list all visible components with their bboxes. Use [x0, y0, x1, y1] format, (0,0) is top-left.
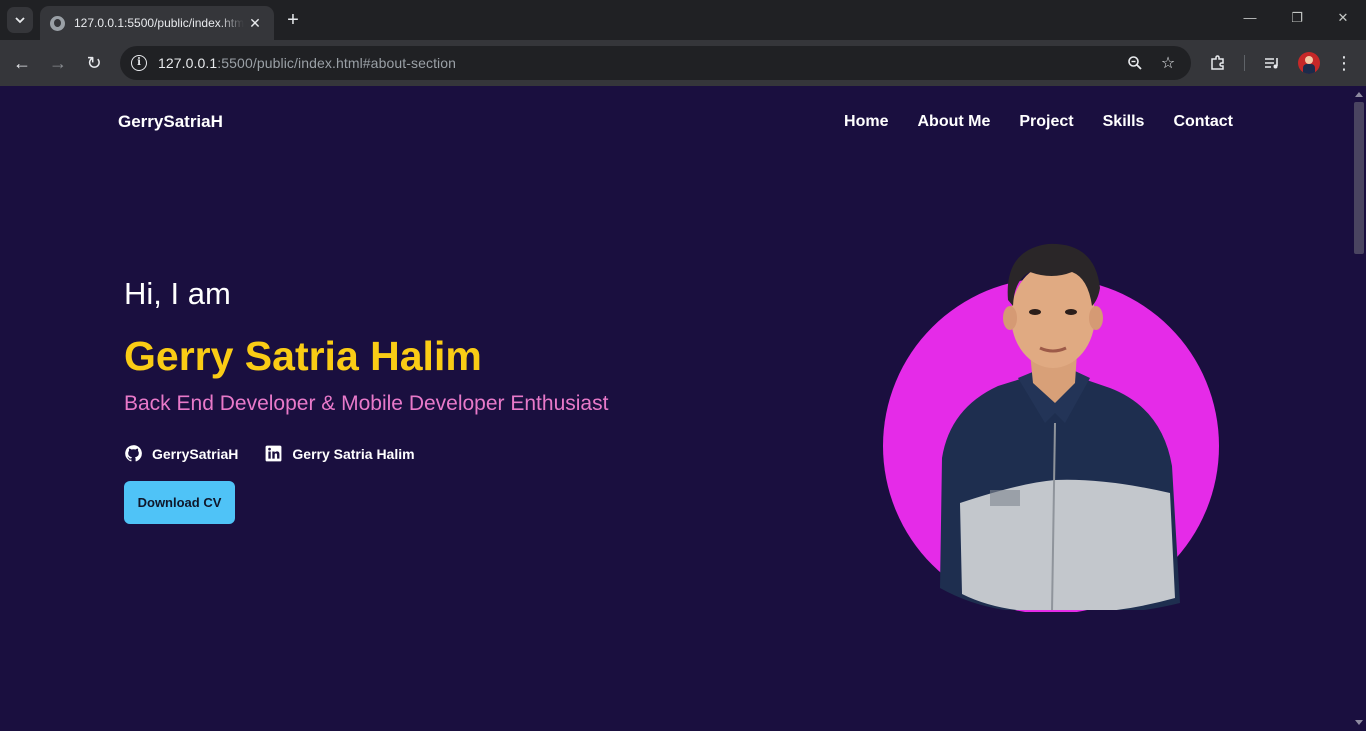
site-brand[interactable]: GerrySatriaH: [118, 112, 223, 132]
linkedin-name: Gerry Satria Halim: [292, 445, 415, 462]
browser-tab[interactable]: 127.0.0.1:5500/public/index.html ✕: [40, 6, 274, 40]
tab-strip: 127.0.0.1:5500/public/index.html ✕ + — ❐…: [0, 0, 1366, 40]
url-text[interactable]: 127.0.0.1:5500/public/index.html#about-s…: [158, 55, 456, 71]
linkedin-link[interactable]: Gerry Satria Halim: [264, 444, 415, 463]
reload-icon[interactable]: ↻: [83, 52, 105, 74]
forward-icon[interactable]: →: [47, 52, 69, 74]
nav-project[interactable]: Project: [1019, 113, 1073, 131]
media-icon[interactable]: [1261, 52, 1283, 74]
github-icon: [125, 445, 142, 462]
url-host: 127.0.0.1: [158, 55, 218, 71]
hero-name: Gerry Satria Halim: [124, 333, 482, 379]
profile-photo: [883, 243, 1219, 612]
avatar[interactable]: [1298, 52, 1320, 74]
browser-toolbar: ← → ↻ i 127.0.0.1:5500/public/index.html…: [0, 40, 1366, 86]
toolbar-divider: [1244, 55, 1245, 71]
hero-greeting: Hi, I am: [124, 276, 231, 311]
linkedin-icon: [265, 445, 282, 462]
page-scrollbar[interactable]: [1351, 86, 1366, 731]
nav-skills[interactable]: Skills: [1103, 113, 1145, 131]
info-icon[interactable]: i: [131, 55, 147, 71]
close-icon[interactable]: ✕: [246, 15, 264, 32]
page: GerrySatriaH Home About Me Project Skill…: [0, 86, 1366, 731]
extensions-icon[interactable]: [1207, 52, 1229, 74]
nav-contact[interactable]: Contact: [1173, 113, 1233, 131]
nav-home[interactable]: Home: [844, 113, 888, 131]
star-icon[interactable]: ☆: [1159, 54, 1177, 72]
social-links: GerrySatriaH Gerry Satria Halim: [124, 444, 415, 463]
tab-search-button[interactable]: [7, 7, 33, 33]
github-link[interactable]: GerrySatriaH: [124, 444, 238, 463]
minimize-button[interactable]: —: [1240, 10, 1260, 25]
new-tab-button[interactable]: +: [282, 9, 304, 31]
scrollbar-thumb[interactable]: [1354, 102, 1364, 254]
restore-button[interactable]: ❐: [1287, 10, 1307, 26]
tab-title: 127.0.0.1:5500/public/index.html: [74, 16, 244, 30]
close-window-button[interactable]: ✕: [1333, 10, 1353, 26]
menu-icon[interactable]: ⋮: [1333, 52, 1355, 74]
chevron-down-icon: [15, 17, 25, 24]
hero-role: Back End Developer & Mobile Developer En…: [124, 392, 609, 415]
back-icon[interactable]: ←: [11, 52, 33, 74]
github-username: GerrySatriaH: [152, 445, 239, 462]
scroll-down-icon[interactable]: [1355, 720, 1363, 725]
main-nav: Home About Me Project Skills Contact: [844, 113, 1233, 131]
url-path: :5500/public/index.html#about-section: [217, 55, 457, 71]
scroll-up-icon[interactable]: [1355, 92, 1363, 97]
nav-about-me[interactable]: About Me: [918, 113, 991, 131]
zoom-icon[interactable]: [1126, 54, 1144, 72]
download-cv-button[interactable]: Download CV: [124, 481, 235, 524]
globe-icon: [50, 15, 65, 31]
address-bar[interactable]: i 127.0.0.1:5500/public/index.html#about…: [120, 46, 1191, 80]
